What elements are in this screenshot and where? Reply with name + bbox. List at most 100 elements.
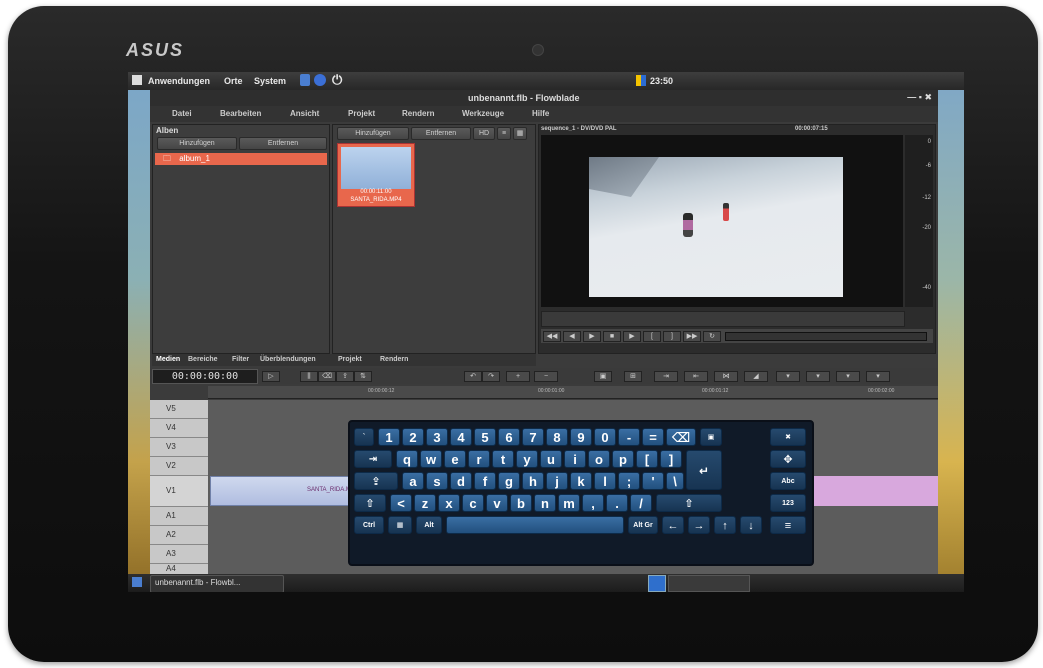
position-slider[interactable] <box>725 332 927 341</box>
tab-filter[interactable]: Filter <box>232 356 249 363</box>
menu-places[interactable]: Orte <box>224 76 243 86</box>
track-header-v2[interactable]: V2 <box>150 457 208 476</box>
launcher-icon[interactable] <box>300 74 310 86</box>
menu-file[interactable]: Datei <box>172 109 192 118</box>
resync-icon[interactable]: ⇅ <box>354 371 372 382</box>
key-backslash[interactable]: \ <box>666 472 684 490</box>
key-h[interactable]: h <box>522 472 544 490</box>
tool-a-icon[interactable]: ▾ <box>776 371 800 382</box>
stop-button[interactable]: ■ <box>603 331 621 342</box>
track-header-v1[interactable]: V1 <box>150 476 208 507</box>
settings-key[interactable]: ▦ <box>388 516 412 534</box>
menu-view[interactable]: Ansicht <box>290 109 319 118</box>
numbers-key[interactable]: 123 <box>770 494 806 512</box>
space-key[interactable] <box>446 516 624 534</box>
key-less[interactable]: < <box>390 494 412 512</box>
key-w[interactable]: w <box>420 450 442 468</box>
key-c[interactable]: c <box>462 494 484 512</box>
append-icon[interactable]: ⇤ <box>684 371 708 382</box>
zoom-out-icon[interactable]: − <box>534 371 558 382</box>
delete-icon[interactable]: ⌫ <box>318 371 336 382</box>
key-a[interactable]: a <box>402 472 424 490</box>
loop-button[interactable]: ↻ <box>703 331 721 342</box>
menu-help[interactable]: Hilfe <box>532 109 549 118</box>
key-z[interactable]: z <box>414 494 436 512</box>
prev-frame-button[interactable]: ◀ <box>563 331 581 342</box>
workspace-switcher-1[interactable] <box>648 575 666 592</box>
tab-media[interactable]: Medien <box>156 356 180 363</box>
window-controls[interactable]: — ▪ ✖ <box>907 92 932 103</box>
key-comma[interactable]: , <box>582 494 604 512</box>
media-clip-thumbnail[interactable]: 00:00:11:00 SANTA_RIDA.MP4 <box>337 143 415 207</box>
key-quote[interactable]: ' <box>642 472 664 490</box>
arrow-right-key[interactable]: → <box>688 516 710 534</box>
key-t[interactable]: t <box>492 450 514 468</box>
workspace-switcher[interactable] <box>668 575 750 592</box>
key-4[interactable]: 4 <box>450 428 472 446</box>
menu-edit[interactable]: Bearbeiten <box>220 109 261 118</box>
arrow-up-key[interactable]: ↑ <box>714 516 736 534</box>
timeline-ruler[interactable]: 00:00:00:12 00:00:01:00 00:00:01:12 00:0… <box>208 386 938 399</box>
split-icon[interactable]: ⫼ <box>300 371 318 382</box>
monitor-switch-bar[interactable] <box>541 311 905 327</box>
track-header-v4[interactable]: V4 <box>150 419 208 438</box>
key-e[interactable]: e <box>444 450 466 468</box>
tool-b-icon[interactable]: ▾ <box>806 371 830 382</box>
ctrl-key[interactable]: Ctrl <box>354 516 384 534</box>
menu-tools[interactable]: Werkzeuge <box>462 109 504 118</box>
cursor-tool-icon[interactable]: ▷ <box>262 371 280 382</box>
menu-system[interactable]: System <box>254 76 286 86</box>
key-0[interactable]: 0 <box>594 428 616 446</box>
grid-view-icon[interactable]: ▦ <box>513 127 527 140</box>
key-9[interactable]: 9 <box>570 428 592 446</box>
go-end-button[interactable]: ▶▶ <box>683 331 701 342</box>
media-remove-button[interactable]: Entfernen <box>411 127 471 140</box>
abc-key[interactable]: Abc <box>770 472 806 490</box>
timeline-timecode[interactable]: 00:00:00:00 <box>152 369 258 384</box>
track-header-a2[interactable]: A2 <box>150 526 208 545</box>
track-header-a1[interactable]: A1 <box>150 507 208 526</box>
tab-key[interactable]: ⇥ <box>354 450 392 468</box>
overwrite-icon[interactable]: ⇥ <box>654 371 678 382</box>
browser-icon[interactable] <box>314 74 326 86</box>
key-7[interactable]: 7 <box>522 428 544 446</box>
tab-transitions[interactable]: Überblendungen <box>260 356 316 363</box>
next-frame-button[interactable]: ▶ <box>623 331 641 342</box>
menu-icon[interactable] <box>132 75 142 85</box>
menu-render[interactable]: Rendern <box>402 109 434 118</box>
keyboard-menu-icon[interactable]: ≡ <box>770 516 806 534</box>
album-item[interactable]: 🗀 album_1 <box>155 153 327 165</box>
key-g[interactable]: g <box>498 472 520 490</box>
menu-applications[interactable]: Anwendungen <box>148 76 210 86</box>
tool-d-icon[interactable]: ▾ <box>866 371 890 382</box>
insert-icon[interactable]: ⊞ <box>624 371 642 382</box>
album-remove-button[interactable]: Entfernen <box>239 137 327 150</box>
key-o[interactable]: o <box>588 450 610 468</box>
key-8[interactable]: 8 <box>546 428 568 446</box>
key-v[interactable]: v <box>486 494 508 512</box>
media-hd-button[interactable]: HD <box>473 127 495 140</box>
caps-lock-key[interactable]: ⇪ <box>354 472 398 490</box>
key-i[interactable]: i <box>564 450 586 468</box>
key-b[interactable]: b <box>510 494 532 512</box>
key-x[interactable]: x <box>438 494 460 512</box>
menu-project[interactable]: Projekt <box>348 109 375 118</box>
key-rbracket[interactable]: ] <box>660 450 682 468</box>
play-button[interactable]: ▶ <box>583 331 601 342</box>
key-u[interactable]: u <box>540 450 562 468</box>
key-minus[interactable]: - <box>618 428 640 446</box>
key-m[interactable]: m <box>558 494 580 512</box>
tab-render[interactable]: Rendern <box>380 356 408 363</box>
undo-icon[interactable]: ↶ <box>464 371 482 382</box>
key-y[interactable]: y <box>516 450 538 468</box>
key-semicolon[interactable]: ; <box>618 472 640 490</box>
key-r[interactable]: r <box>468 450 490 468</box>
list-view-icon[interactable]: ≡ <box>497 127 511 140</box>
track-header-a3[interactable]: A3 <box>150 545 208 564</box>
alt-key[interactable]: Alt <box>416 516 442 534</box>
album-add-button[interactable]: Hinzufügen <box>157 137 237 150</box>
key-q[interactable]: q <box>396 450 418 468</box>
altgr-key[interactable]: Alt Gr <box>628 516 658 534</box>
shift-left-key[interactable]: ⇧ <box>354 494 386 512</box>
key-3[interactable]: 3 <box>426 428 448 446</box>
